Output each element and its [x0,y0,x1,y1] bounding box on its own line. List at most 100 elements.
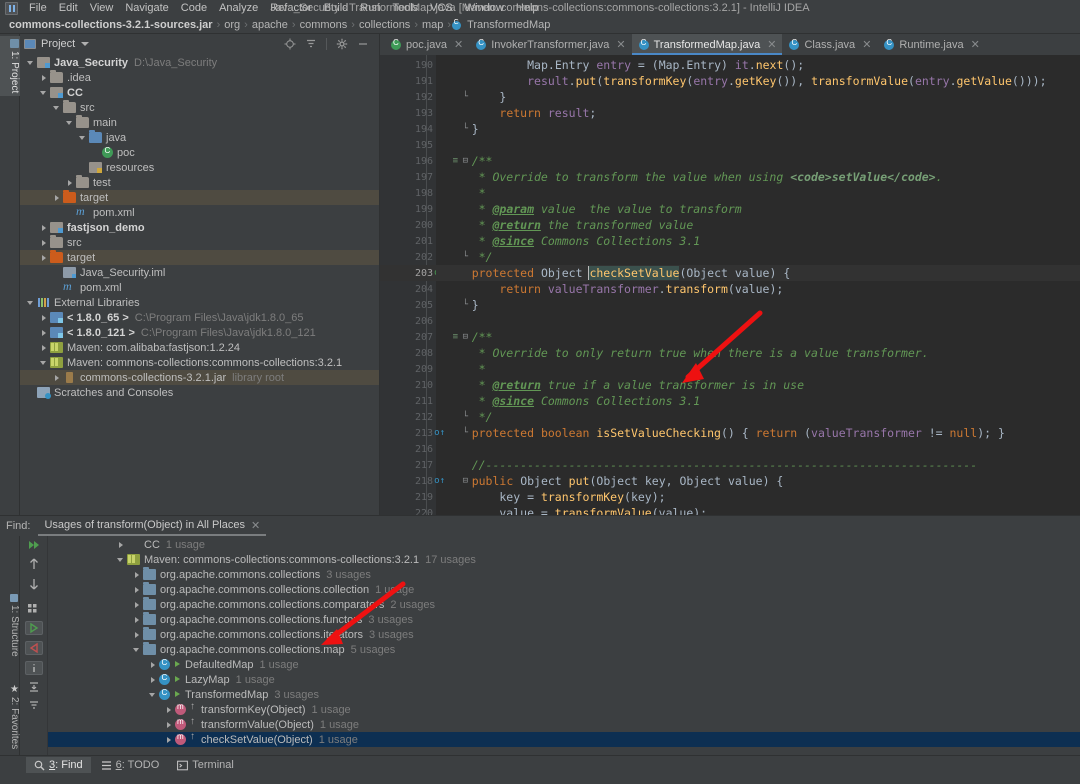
menu-view[interactable]: View [84,1,120,15]
editor-tab-bar[interactable]: poc.java✕InvokerTransformer.java✕Transfo… [380,34,1080,55]
tree-row[interactable]: External Libraries [20,295,379,310]
chevron-right-icon[interactable] [132,600,141,609]
chevron-down-icon[interactable] [116,555,125,564]
tree-row[interactable]: java [20,130,379,145]
code-line-201[interactable]: * @since Commons Collections 3.1 [444,233,1080,249]
project-tree[interactable]: Java_Security D:\Java_Security .idea CC src m… [20,54,379,515]
chevron-down-icon[interactable] [148,690,157,699]
editor-tab-transformedmap[interactable]: TransformedMap.java ✕ [631,34,783,55]
gutter-line-195[interactable]: 195 [380,137,436,153]
close-icon[interactable]: ✕ [616,38,625,51]
tree-row[interactable]: < 1.8.0_121 > C:\Program Files\Java\jdk1.… [20,325,379,340]
find-result-row[interactable]: org.apache.commons.collections.functors 3… [48,612,1080,627]
code-line-193[interactable]: return result; [444,105,1080,121]
gutter-line-201[interactable]: 201 [380,233,436,249]
chevron-right-icon[interactable] [39,343,48,352]
info-icon[interactable] [24,661,43,675]
gutter-line-210[interactable]: 210 [380,377,436,393]
expand-all-icon[interactable] [24,621,43,635]
code-line-198[interactable]: * [444,185,1080,201]
chevron-right-icon[interactable] [116,540,125,549]
chevron-down-icon[interactable] [132,645,141,654]
find-result-row[interactable]: Maven: commons-collections:commons-colle… [48,552,1080,567]
gutter-line-220[interactable]: 220 [380,505,436,516]
gutter-line-211[interactable]: 211 [380,393,436,409]
tree-row[interactable]: poc [20,145,379,160]
gutter-line-200[interactable]: 200 [380,217,436,233]
editor-tab-invokertransformer[interactable]: InvokerTransformer.java ✕ [469,34,631,55]
chevron-right-icon[interactable] [148,675,157,684]
chevron-right-icon[interactable] [132,585,141,594]
breadcrumb-item-commons[interactable]: commons [297,19,351,31]
chevron-down-icon[interactable] [65,118,74,127]
gutter-line-193[interactable]: 193 [380,105,436,121]
code-line-191[interactable]: result.put(transformKey(entry.getKey()),… [444,73,1080,89]
code-line-200[interactable]: * @return the transformed value [444,217,1080,233]
menu-build[interactable]: Build [318,1,354,15]
tree-row[interactable]: src [20,235,379,250]
code-line-207[interactable]: /** [444,329,1080,345]
breadcrumb-item-apache[interactable]: apache [249,19,291,31]
gutter-line-197[interactable]: 197 [380,169,436,185]
tree-row[interactable]: src [20,100,379,115]
code-line-190[interactable]: Map.Entry entry = (Map.Entry) it.next(); [444,57,1080,73]
chevron-right-icon[interactable] [39,313,48,322]
tree-row[interactable]: test [20,175,379,190]
gutter-line-216[interactable]: 216 [380,441,436,457]
chevron-right-icon[interactable] [52,373,61,382]
tree-row[interactable]: .idea [20,70,379,85]
chevron-down-icon[interactable] [26,298,35,307]
code-line-211[interactable]: * @since Commons Collections 3.1 [444,393,1080,409]
gutter-line-209[interactable]: 209 [380,361,436,377]
breadcrumb-item-org[interactable]: org [221,19,243,31]
code-line-213[interactable]: protected boolean isSetValueChecking() {… [444,425,1080,441]
code-line-217[interactable]: //--------------------------------------… [444,457,1080,473]
find-result-row[interactable]: CC 1 usage [48,537,1080,552]
gutter-line-196[interactable]: 196 ≡ ⊟ [380,153,468,169]
chevron-down-icon[interactable] [81,42,90,46]
breadcrumb-item-collections[interactable]: collections [356,19,413,31]
gutter-line-207[interactable]: 207 ≡ ⊟ [380,329,468,345]
find-result-row[interactable]: TransformedMap 3 usages [48,687,1080,702]
chevron-right-icon[interactable] [164,735,173,744]
tree-row[interactable]: main [20,115,379,130]
settings-icon[interactable] [336,38,348,50]
tree-row[interactable]: resources [20,160,379,175]
tool-tab-structure[interactable]: 1: Structure [0,594,20,657]
chevron-right-icon[interactable] [65,178,74,187]
gutter-line-203[interactable]: 203o↑⊟ [380,265,468,281]
code-line-192[interactable]: } [444,89,1080,105]
chevron-right-icon[interactable] [148,660,157,669]
next-occurrence-icon[interactable] [25,577,43,591]
chevron-right-icon[interactable] [164,720,173,729]
locate-icon[interactable] [284,38,296,50]
tool-tab-project[interactable]: 1: Project [0,36,20,97]
tree-row[interactable]: Maven: commons-collections:commons-colle… [20,355,379,370]
gutter-line-198[interactable]: 198 [380,185,436,201]
tree-row[interactable]: target [20,190,379,205]
prev-occurrence-icon[interactable] [25,557,43,571]
find-result-row[interactable]: transformValue(Object) 1 usage [48,716,1080,732]
tree-row[interactable]: CC [20,85,379,100]
find-result-row[interactable]: org.apache.commons.collections.map 5 usag… [48,642,1080,657]
chevron-right-icon[interactable] [39,238,48,247]
collapse-all-icon[interactable] [24,641,43,655]
menu-analyze[interactable]: Analyze [213,1,264,15]
tree-row[interactable]: < 1.8.0_65 > C:\Program Files\Java\jdk1.8… [20,310,379,325]
breadcrumb-leaf[interactable]: TransformedMap [464,19,553,31]
close-icon[interactable]: ✕ [251,519,260,532]
code-line-208[interactable]: * Override to only return true when ther… [444,345,1080,361]
gutter-line-202[interactable]: 202 └ [380,249,468,265]
gutter-line-192[interactable]: 192 └ [380,89,468,105]
tree-row[interactable]: commons-collections-3.2.1.jar library roo… [20,370,379,385]
close-icon[interactable]: ✕ [767,38,776,51]
gutter-line-217[interactable]: 217 [380,457,436,473]
find-result-row[interactable]: org.apache.commons.collections.collectio… [48,582,1080,597]
chevron-right-icon[interactable] [39,328,48,337]
gutter-line-213[interactable]: 213 o↑ └ [380,425,468,441]
code-line-218[interactable]: public Object put(Object key, Object val… [444,473,1080,489]
gutter-line-191[interactable]: 191 [380,73,436,89]
menu-vcs[interactable]: VCS [424,1,459,15]
chevron-right-icon[interactable] [52,193,61,202]
menu-tools[interactable]: Tools [386,1,424,15]
